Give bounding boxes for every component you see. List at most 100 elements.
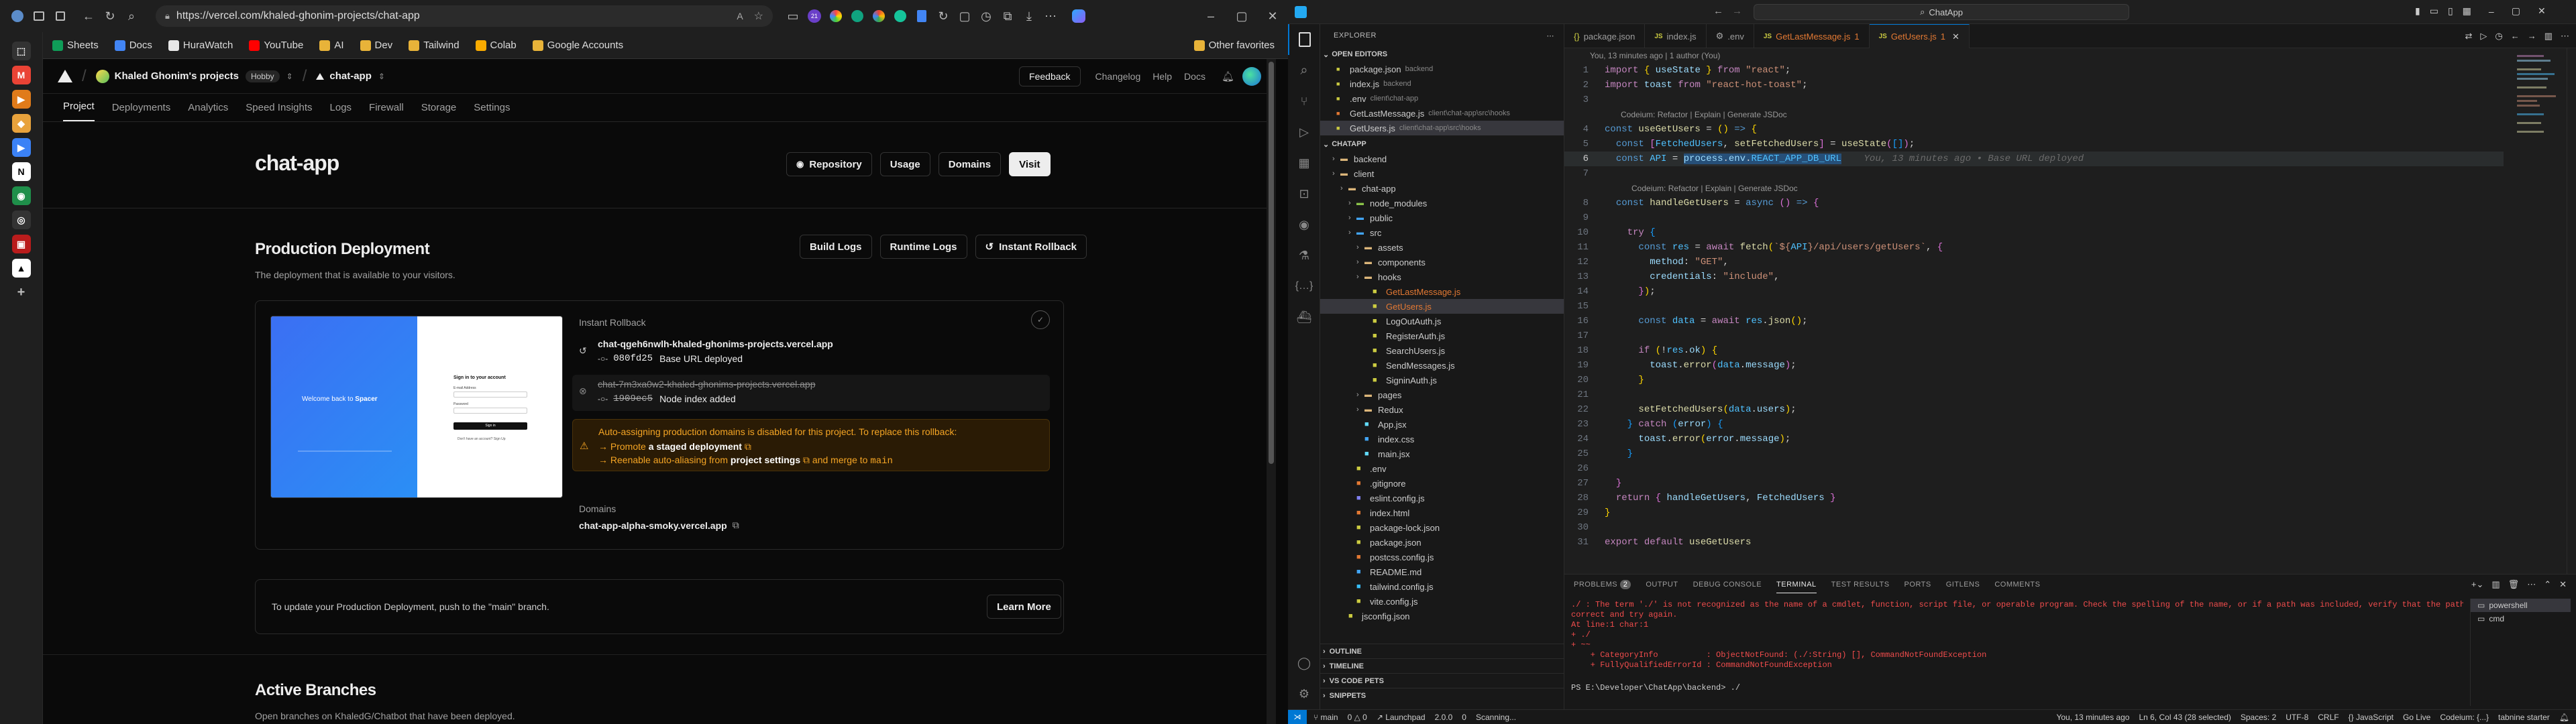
sidebar-gmail-icon[interactable]: M xyxy=(11,66,31,84)
project-header[interactable]: ⌄ CHATAPP xyxy=(1320,137,1564,152)
codeium-icon[interactable]: {…} xyxy=(1288,271,1320,302)
workspaces-icon[interactable] xyxy=(28,5,50,27)
editor-tab[interactable]: JS GetLastMessage.js 1 xyxy=(1754,24,1870,48)
open-editor-item[interactable]: ■ .env client\chat-app xyxy=(1320,91,1564,106)
bookmark-item[interactable]: Docs xyxy=(114,40,152,51)
toggle-sidebar-icon[interactable]: ▮ xyxy=(2415,5,2420,17)
open-editor-item[interactable]: ■ package.json backend xyxy=(1320,62,1564,76)
project-settings-link[interactable]: project settings xyxy=(731,455,800,465)
gitlens-icon[interactable]: ◉ xyxy=(1288,209,1320,240)
tree-folder[interactable]: › ▬ Redux xyxy=(1320,402,1564,417)
run-debug-icon[interactable]: ▷ xyxy=(1288,117,1320,147)
runtime-logs-button[interactable]: Runtime Logs xyxy=(879,235,967,259)
sidebar-app-icon[interactable]: ◆ xyxy=(11,114,31,133)
tab-project[interactable]: Project xyxy=(63,101,95,121)
nav-forward-icon[interactable]: → xyxy=(1732,5,1742,17)
blame-annotation[interactable]: You, 13 minutes ago | 1 author (You) xyxy=(1564,48,2504,63)
close-panel-icon[interactable]: ✕ xyxy=(2559,579,2567,590)
snippets-section[interactable]: › SNIPPETS xyxy=(1320,688,1564,703)
changelog-link[interactable]: Changelog xyxy=(1095,71,1141,82)
tree-file[interactable]: ■ jsconfig.json xyxy=(1320,609,1564,623)
remote-explorer-icon[interactable]: ⊡ xyxy=(1288,178,1320,209)
codeium-lens[interactable]: Codeium: Refactor | Explain | Generate J… xyxy=(1564,181,2504,196)
tree-folder[interactable]: › ▬ components xyxy=(1320,255,1564,269)
explorer-icon[interactable] xyxy=(1288,24,1320,55)
tree-folder[interactable]: › ▬ backend xyxy=(1320,152,1564,166)
run-icon[interactable]: ▷ xyxy=(2480,31,2487,42)
toggle-secondary-icon[interactable]: ▯ xyxy=(2448,5,2453,17)
outline-section[interactable]: › OUTLINE xyxy=(1320,644,1564,658)
tree-file[interactable]: ■ .env xyxy=(1320,461,1564,476)
bookmark-item[interactable]: Colab xyxy=(475,40,517,51)
instant-rollback-button[interactable]: ↺ Instant Rollback xyxy=(975,235,1087,259)
visit-button[interactable]: Visit xyxy=(1009,152,1051,176)
bookmark-folder[interactable]: Google Accounts xyxy=(532,40,623,51)
tree-file[interactable]: ■ RegisterAuth.js xyxy=(1320,328,1564,343)
settings-menu-icon[interactable]: ⋯ xyxy=(1040,5,1061,27)
panel-tab-ports[interactable]: PORTS xyxy=(1904,577,1931,593)
history-icon[interactable]: ◷ xyxy=(975,5,997,27)
sidebar-red-icon[interactable]: ▣ xyxy=(11,235,31,253)
tree-file[interactable]: ■ LogOutAuth.js xyxy=(1320,314,1564,328)
open-editor-item[interactable]: ■ index.js backend xyxy=(1320,76,1564,91)
tree-file[interactable]: ■ eslint.config.js xyxy=(1320,491,1564,505)
address-bar[interactable]: 🔒︎ https://vercel.com/khaled-ghonim-proj… xyxy=(156,5,773,27)
downloads-icon[interactable]: ⤓ xyxy=(1018,5,1040,27)
previous-deployment[interactable]: ⊗ chat-7m3xa0w2-khaled-ghonims-projects.… xyxy=(572,375,1050,411)
tree-file[interactable]: ■ GetUsers.js xyxy=(1320,299,1564,314)
open-editors-header[interactable]: ⌄ OPEN EDITORS xyxy=(1320,47,1564,62)
split-screen-icon[interactable]: ▭ xyxy=(782,5,804,27)
user-avatar[interactable] xyxy=(1242,66,1261,86)
tab-settings[interactable]: Settings xyxy=(474,102,510,121)
language-status[interactable]: {} JavaScript xyxy=(2349,713,2394,722)
tab-storage[interactable]: Storage xyxy=(421,102,457,121)
project-switcher-icon[interactable]: ⇕ xyxy=(378,72,385,81)
sidebar-blue-icon[interactable]: ▶ xyxy=(11,138,31,157)
tree-file[interactable]: ■ index.css xyxy=(1320,432,1564,446)
profile-icon[interactable] xyxy=(7,5,28,27)
tree-file[interactable]: ■ main.jsx xyxy=(1320,446,1564,461)
editor-tab[interactable]: JS index.js xyxy=(1645,24,1707,48)
editor-tab[interactable]: {} package.json xyxy=(1564,24,1646,48)
timeline-icon[interactable]: ◷ xyxy=(2495,31,2502,42)
extension-color-icon[interactable] xyxy=(825,5,847,27)
go-previous-icon[interactable]: ← xyxy=(2511,31,2520,41)
ports-status[interactable]: 0 xyxy=(1462,713,1466,722)
notifications-icon[interactable]: 🔔︎ xyxy=(1222,70,1234,82)
tab-analytics[interactable]: Analytics xyxy=(188,102,228,121)
other-favorites[interactable]: Other favorites xyxy=(1193,40,1275,51)
minimize-icon[interactable]: – xyxy=(1195,5,1226,27)
split-editor-icon[interactable]: ▥ xyxy=(2544,31,2553,42)
bookmark-item[interactable]: YouTube xyxy=(249,40,303,51)
panel-tab-gitlens[interactable]: GITLENS xyxy=(1946,577,1980,593)
layout-icon[interactable]: ▦ xyxy=(2463,5,2471,17)
nav-back-icon[interactable]: ← xyxy=(1713,5,1723,17)
encoding-status[interactable]: UTF-8 xyxy=(2286,713,2308,722)
tree-file[interactable]: ■ SendMessages.js xyxy=(1320,358,1564,373)
panel-tab-problems[interactable]: PROBLEMS 2 xyxy=(1574,577,1631,593)
tree-file[interactable]: ■ vite.config.js xyxy=(1320,594,1564,609)
notifications-bell-icon[interactable]: 🔔︎ xyxy=(2559,713,2569,722)
extension-ai-icon[interactable] xyxy=(847,5,868,27)
new-terminal-icon[interactable]: +⌄ xyxy=(2471,579,2483,590)
extension-doc-icon[interactable] xyxy=(911,5,932,27)
page-scrollbar[interactable] xyxy=(1267,59,1276,724)
collections-icon[interactable]: ⧉ xyxy=(997,5,1018,27)
eol-status[interactable]: CRLF xyxy=(2318,713,2339,722)
bookmark-item[interactable]: Sheets xyxy=(52,40,99,51)
command-center[interactable]: ⌕ ChatApp xyxy=(1754,4,2129,20)
bookmark-item[interactable]: HuraWatch xyxy=(168,40,233,51)
vercel-logo-icon[interactable] xyxy=(58,70,72,82)
status-circle-icon[interactable]: ✓ xyxy=(1031,310,1050,329)
manage-gear-icon[interactable]: ⚙ xyxy=(1288,678,1320,709)
cursor-position[interactable]: Ln 6, Col 43 (28 selected) xyxy=(2139,713,2231,722)
tree-file[interactable]: ■ postcss.config.js xyxy=(1320,550,1564,564)
panel-tab-debug[interactable]: DEBUG CONSOLE xyxy=(1693,577,1762,593)
panel-tab-test-results[interactable]: TEST RESULTS xyxy=(1831,577,1890,593)
copilot-icon[interactable] xyxy=(1068,5,1089,27)
sidebar-github-icon[interactable]: ◎ xyxy=(11,210,31,229)
timeline-section[interactable]: › TIMELINE xyxy=(1320,658,1564,673)
docs-link[interactable]: Docs xyxy=(1184,71,1205,82)
maximize-panel-icon[interactable]: ⌃ xyxy=(2544,579,2551,590)
go-live-status[interactable]: Go Live xyxy=(2403,713,2430,722)
